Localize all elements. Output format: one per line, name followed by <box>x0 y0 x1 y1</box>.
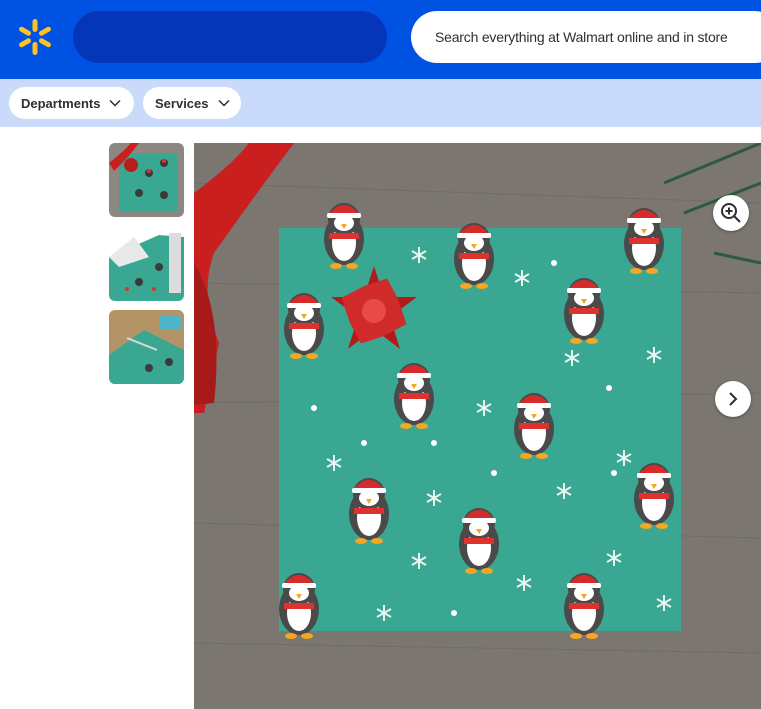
wrapping-paper-gift-thumbnail <box>109 143 184 217</box>
walmart-spark-icon[interactable] <box>16 18 54 56</box>
services-label: Services <box>155 95 209 111</box>
wrapping-paper-scissors-thumbnail <box>109 310 184 384</box>
services-button[interactable]: Services <box>143 87 241 119</box>
chevron-down-icon <box>109 99 121 107</box>
sub-navigation: Departments Services <box>0 79 761 127</box>
search-input[interactable]: Search everything at Walmart online and … <box>411 11 761 63</box>
thumbnail-2[interactable] <box>109 227 184 301</box>
thumbnail-3[interactable] <box>109 310 184 384</box>
thumbnail-1[interactable] <box>109 143 184 217</box>
chevron-right-icon <box>729 392 738 406</box>
search-placeholder: Search everything at Walmart online and … <box>435 29 728 45</box>
main-product-image[interactable] <box>194 143 761 709</box>
global-header: Search everything at Walmart online and … <box>0 0 761 79</box>
wrapping-paper-roll-thumbnail <box>109 227 184 301</box>
next-image-button[interactable] <box>715 381 751 417</box>
departments-button[interactable]: Departments <box>9 87 134 119</box>
zoom-button[interactable] <box>713 195 749 231</box>
zoom-in-icon <box>721 203 741 223</box>
chevron-down-icon <box>217 99 230 107</box>
penguin-christmas-wrapping-paper-image <box>194 143 761 709</box>
store-selector-pill[interactable] <box>73 11 387 63</box>
departments-label: Departments <box>21 95 101 111</box>
